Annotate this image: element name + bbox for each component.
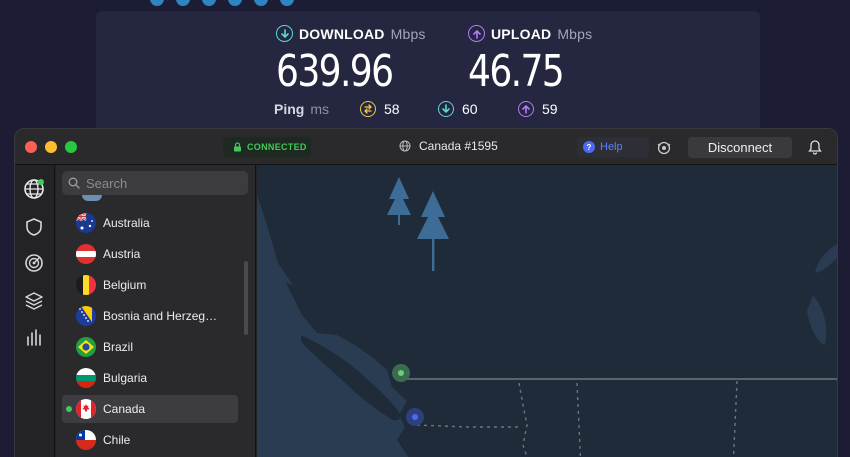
target-icon xyxy=(25,254,43,272)
search-icon xyxy=(68,177,80,189)
flag-chile-icon xyxy=(76,430,96,450)
country-name: Brazil xyxy=(103,340,134,354)
flag-australia-icon xyxy=(76,213,96,233)
lock-icon xyxy=(234,142,241,152)
country-name: Bosnia and Herzeg… xyxy=(103,309,218,323)
connection-status-text: CONNECTED xyxy=(247,142,307,152)
country-item-australia[interactable]: Australia xyxy=(62,209,238,237)
country-name: Austria xyxy=(103,247,141,261)
top-decoration xyxy=(150,0,294,6)
connection-status-badge: CONNECTED xyxy=(223,137,311,157)
ping-download-value: 60 xyxy=(462,101,478,117)
country-item-brazil[interactable]: Brazil xyxy=(62,333,238,361)
country-item-bosnia[interactable]: Bosnia and Herzeg… xyxy=(62,302,238,330)
search-box[interactable] xyxy=(62,171,248,195)
flag-bulgaria-icon xyxy=(76,368,96,388)
country-item-canada[interactable]: Canada xyxy=(62,395,238,423)
flag-bosnia-icon xyxy=(76,306,96,326)
ping-row: Ping ms 58 60 59 xyxy=(274,101,558,117)
shield-icon xyxy=(26,218,42,236)
upload-metric: UPLOAD Mbps 46.75 xyxy=(468,25,592,97)
vpn-app-window: CONNECTED Canada #1595 ? Help Disconnect xyxy=(14,128,838,457)
ping-upload-value: 59 xyxy=(542,101,558,117)
current-server-name: Canada #1595 xyxy=(419,139,498,153)
flag-austria-icon xyxy=(76,244,96,264)
country-name: Bulgaria xyxy=(103,371,148,385)
country-name: Chile xyxy=(103,433,131,447)
flag-brazil-icon xyxy=(76,337,96,357)
country-item-austria[interactable]: Austria xyxy=(62,240,238,268)
nav-countries[interactable] xyxy=(22,177,46,201)
country-name: Belgium xyxy=(103,278,147,292)
globe-icon xyxy=(24,179,44,199)
flag-canada-icon xyxy=(76,399,96,419)
ping-label: Ping xyxy=(274,101,305,117)
window-controls xyxy=(25,141,77,153)
download-latency-icon xyxy=(438,101,454,117)
upload-arrow-icon xyxy=(468,25,485,42)
nav-threat-protection[interactable] xyxy=(22,215,46,239)
country-name: Canada xyxy=(103,402,146,416)
help-button-label: Help xyxy=(600,141,623,153)
flag-partial xyxy=(82,195,102,201)
upload-value: 46.75 xyxy=(468,46,565,97)
title-bar: CONNECTED Canada #1595 ? Help Disconnect xyxy=(15,129,837,165)
layers-icon xyxy=(25,292,43,310)
country-item-belgium[interactable]: Belgium xyxy=(62,271,238,299)
ping-upload: 59 xyxy=(518,101,558,117)
bell-icon[interactable] xyxy=(808,139,822,155)
nav-stats[interactable] xyxy=(22,325,46,349)
speedtest-card: DOWNLOAD Mbps 639.96 UPLOAD Mbps 46.75 P… xyxy=(96,11,760,146)
minimize-window-button[interactable] xyxy=(45,141,57,153)
upload-latency-icon xyxy=(518,101,534,117)
threat-protection-icon[interactable] xyxy=(655,139,673,157)
bar-chart-icon xyxy=(27,329,41,346)
nav-dark-web-monitor[interactable] xyxy=(22,251,46,275)
country-item-chile[interactable]: Chile xyxy=(62,426,238,454)
nav-rail xyxy=(15,165,55,457)
download-metric: DOWNLOAD Mbps 639.96 xyxy=(276,25,426,97)
server-map[interactable] xyxy=(257,165,837,457)
upload-unit: Mbps xyxy=(557,25,593,42)
search-input[interactable] xyxy=(86,175,236,191)
upload-label: UPLOAD xyxy=(491,25,552,42)
country-list-scrollbar[interactable] xyxy=(244,261,248,335)
nav-meshnet[interactable] xyxy=(22,289,46,313)
country-name: Australia xyxy=(103,216,150,230)
close-window-button[interactable] xyxy=(25,141,37,153)
ping-download: 60 xyxy=(438,101,478,117)
idle-latency-icon xyxy=(360,101,376,117)
connected-indicator xyxy=(66,406,72,412)
download-value: 639.96 xyxy=(276,46,394,97)
question-icon: ? xyxy=(583,141,595,153)
download-label: DOWNLOAD xyxy=(299,25,385,42)
map-canvas xyxy=(257,165,837,457)
globe-icon xyxy=(399,140,411,152)
download-unit: Mbps xyxy=(390,25,426,42)
country-item-bulgaria[interactable]: Bulgaria xyxy=(62,364,238,392)
flag-belgium-icon xyxy=(76,275,96,295)
ping-idle: 58 xyxy=(360,101,400,117)
help-button[interactable]: ? Help xyxy=(577,137,649,157)
download-arrow-icon xyxy=(276,25,293,42)
ping-idle-value: 58 xyxy=(384,101,400,117)
country-list-panel: Australia Austria Belgium xyxy=(56,165,256,457)
zoom-window-button[interactable] xyxy=(65,141,77,153)
ping-unit: ms xyxy=(310,101,330,117)
current-server: Canada #1595 xyxy=(399,139,498,153)
disconnect-button[interactable]: Disconnect xyxy=(688,137,792,158)
